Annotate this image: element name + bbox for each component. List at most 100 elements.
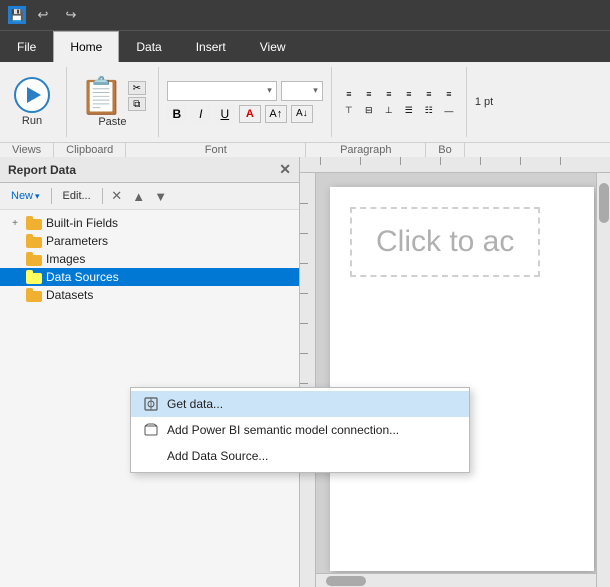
font-row-1: ▾ ▾	[167, 81, 323, 101]
ruler-mark-4	[440, 157, 443, 165]
font-name-dropdown[interactable]: ▾	[167, 81, 277, 101]
expand-built-in-icon[interactable]: +	[8, 216, 22, 230]
list-button[interactable]: ☰	[400, 104, 418, 118]
data-sources-label: Data Sources	[46, 270, 119, 284]
indent-less-button[interactable]: ≡	[420, 87, 438, 101]
ruler-left-mark-5	[300, 323, 308, 324]
ruler-mark-1	[320, 157, 323, 165]
underline-button[interactable]: U	[215, 104, 235, 124]
cut-icon[interactable]: ✂	[128, 81, 146, 95]
paste-group: 📋 ✂ ⧉ Paste	[75, 76, 150, 128]
para-extra-button[interactable]: —	[440, 104, 458, 118]
get-data-icon	[143, 396, 159, 412]
scrollbar-hthumb[interactable]	[326, 576, 366, 586]
para-row-1: ≡ ≡ ≡ ≡ ≡ ≡	[340, 87, 458, 101]
menu-bar: File Home Data Insert View	[0, 30, 610, 62]
expand-datasets-icon[interactable]	[8, 288, 22, 302]
panel-title: Report Data	[8, 163, 76, 177]
folder-icon-parameters	[26, 235, 42, 248]
move-down-button[interactable]: ▼	[151, 186, 171, 206]
context-menu-get-data[interactable]: Get data...	[131, 391, 469, 417]
run-button[interactable]: Run	[6, 73, 58, 131]
border-section-label: Bo	[426, 143, 464, 157]
ruler-left-mark-1	[300, 203, 308, 204]
tree-item-built-in-fields[interactable]: + Built-in Fields	[0, 214, 299, 232]
tree-item-images[interactable]: Images	[0, 250, 299, 268]
scrollbar-thumb[interactable]	[599, 183, 609, 223]
pt-label: 1 pt	[475, 96, 493, 108]
new-button[interactable]: New ▾	[4, 188, 47, 204]
ribbon-divider-2	[158, 67, 159, 137]
save-icon[interactable]: 💾	[8, 6, 26, 24]
context-menu-add-power-bi[interactable]: Add Power BI semantic model connection..…	[131, 417, 469, 443]
expand-parameters-icon[interactable]	[8, 234, 22, 248]
datasets-label: Datasets	[46, 288, 93, 302]
run-label: Run	[22, 115, 42, 127]
font-shrink-button[interactable]: A↓	[291, 105, 313, 123]
scrollbar-bottom[interactable]	[316, 573, 596, 587]
ribbon-main: Run 📋 ✂ ⧉ Paste	[0, 62, 610, 142]
images-label: Images	[46, 252, 85, 266]
expand-images-icon[interactable]	[8, 252, 22, 266]
folder-icon-built-in	[26, 217, 42, 230]
parameters-label: Parameters	[46, 234, 108, 248]
menu-view[interactable]: View	[243, 31, 303, 62]
paste-area: 📋 ✂ ⧉	[75, 76, 150, 116]
menu-insert[interactable]: Insert	[179, 31, 243, 62]
align-center-button[interactable]: ≡	[360, 87, 378, 101]
valign-top-button[interactable]: ⊤	[340, 104, 358, 118]
menu-data[interactable]: Data	[119, 31, 178, 62]
paste-icon[interactable]: 📋	[79, 78, 124, 114]
context-menu-add-data-source[interactable]: Add Data Source...	[131, 443, 469, 469]
get-data-label: Get data...	[167, 397, 223, 411]
panel-close-button[interactable]: ✕	[279, 161, 291, 178]
indent-more-button[interactable]: ≡	[400, 87, 418, 101]
ruler-left-mark-7	[300, 383, 308, 384]
canvas-placeholder[interactable]: Click to ac	[350, 207, 540, 277]
edit-button[interactable]: Edit...	[56, 188, 98, 204]
toolbar-separator-1	[51, 188, 52, 204]
align-right-button[interactable]: ≡	[380, 87, 398, 101]
views-section-label: Views	[0, 143, 54, 157]
context-menu: Get data... Add Power BI semantic model …	[130, 387, 470, 473]
valign-mid-button[interactable]: ⊟	[360, 104, 378, 118]
line-spacing-button[interactable]: ≡	[440, 87, 458, 101]
power-bi-icon	[143, 422, 159, 438]
ruler-top	[300, 157, 610, 173]
italic-button[interactable]: I	[191, 104, 211, 124]
undo-button[interactable]: ↩	[32, 4, 54, 26]
align-left-button[interactable]: ≡	[340, 87, 358, 101]
paste-small-icons: ✂ ⧉	[128, 81, 146, 111]
tree-item-data-sources[interactable]: Data Sources	[0, 268, 299, 286]
delete-button[interactable]: ✕	[107, 186, 127, 206]
edit-label: Edit...	[63, 190, 91, 202]
paragraph-group: ≡ ≡ ≡ ≡ ≡ ≡ ⊤ ⊟ ⊥ ☰ ☷ —	[340, 87, 458, 118]
font-color-button[interactable]: A	[239, 105, 261, 123]
run-group: Run	[6, 73, 58, 131]
font-name-arrow-icon: ▾	[267, 85, 272, 96]
move-up-button[interactable]: ▲	[129, 186, 149, 206]
report-data-panel: Report Data ✕ New ▾ Edit... ✕ ▲ ▼	[0, 157, 300, 587]
run-icon	[14, 77, 50, 113]
tree-item-datasets[interactable]: Datasets	[0, 286, 299, 304]
run-triangle-icon	[27, 87, 41, 103]
title-bar: 💾 ↩ ↪	[0, 0, 610, 30]
scrollbar-right[interactable]	[596, 173, 610, 587]
num-list-button[interactable]: ☷	[420, 104, 438, 118]
menu-file[interactable]: File	[0, 31, 53, 62]
ribbon-divider-3	[331, 67, 332, 137]
bold-button[interactable]: B	[167, 104, 187, 124]
canvas-area: Click to ac	[300, 157, 610, 587]
report-canvas[interactable]: Click to ac	[330, 187, 594, 571]
copy-icon[interactable]: ⧉	[128, 97, 146, 111]
redo-button[interactable]: ↪	[60, 4, 82, 26]
paragraph-section-label: Paragraph	[306, 143, 426, 157]
menu-home[interactable]: Home	[53, 31, 119, 62]
expand-data-sources-icon[interactable]	[8, 270, 22, 284]
valign-bot-button[interactable]: ⊥	[380, 104, 398, 118]
font-size-dropdown[interactable]: ▾	[281, 81, 323, 101]
font-grow-button[interactable]: A↑	[265, 105, 287, 123]
folder-icon-images	[26, 253, 42, 266]
ruler-left-mark-2	[300, 233, 308, 234]
tree-item-parameters[interactable]: Parameters	[0, 232, 299, 250]
